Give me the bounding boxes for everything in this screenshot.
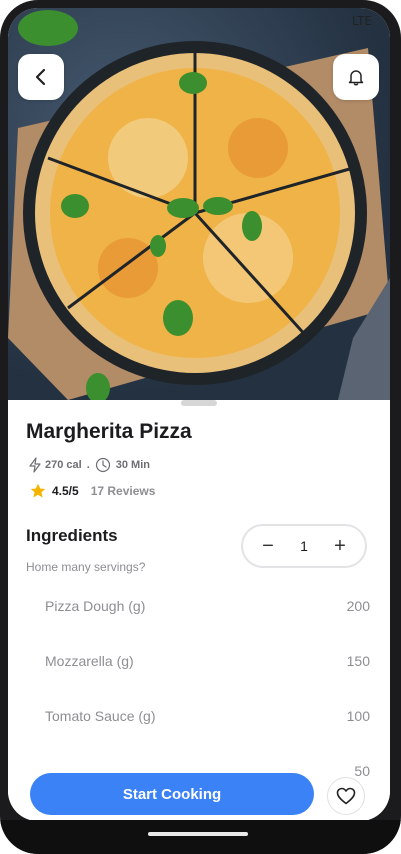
ingredient-name: Pizza Dough (g) xyxy=(45,598,146,614)
servings-stepper: − 1 + xyxy=(241,524,367,568)
time-label: 30 Min xyxy=(115,459,150,471)
drag-handle[interactable] xyxy=(181,400,217,406)
ingredients-heading: Ingredients xyxy=(26,526,118,545)
ingredient-amount: 100 xyxy=(346,708,370,724)
network-indicator: LTE xyxy=(352,14,372,28)
clock-icon xyxy=(95,457,110,473)
calories-label: 270 cal xyxy=(45,459,82,471)
ingredient-name: Tomato Sauce (g) xyxy=(45,708,156,724)
notifications-button[interactable] xyxy=(333,54,379,100)
ingredient-row: Mozzarella (g) 150 xyxy=(8,653,390,708)
increase-servings-button[interactable]: + xyxy=(329,535,351,557)
home-indicator[interactable] xyxy=(148,832,248,836)
ingredient-row: Tomato Sauce (g) 100 xyxy=(8,708,390,763)
reviews-link[interactable]: 17 Reviews xyxy=(91,484,156,498)
servings-value: 1 xyxy=(300,538,308,554)
back-button[interactable] xyxy=(18,54,64,100)
phone-frame: LTE Margherita Pizza 270 cal . 30 Min 4.… xyxy=(0,0,401,854)
heart-icon xyxy=(336,787,356,805)
system-nav-bar xyxy=(0,820,401,854)
recipe-detail-sheet: Margherita Pizza 270 cal . 30 Min 4.5/5 xyxy=(8,400,390,821)
app-screen: LTE Margherita Pizza 270 cal . 30 Min 4.… xyxy=(8,8,390,821)
bell-icon xyxy=(348,70,364,86)
chevron-left-icon xyxy=(35,68,46,86)
bolt-icon xyxy=(29,457,41,473)
ingredient-amount: 150 xyxy=(346,653,370,669)
ingredient-name: Mozzarella (g) xyxy=(45,653,134,669)
ingredient-row: Pizza Dough (g) 200 xyxy=(8,598,390,653)
rating-value: 4.5/5 xyxy=(52,484,79,498)
meta-separator: . xyxy=(86,459,90,471)
star-icon xyxy=(30,483,46,498)
rating-row: 4.5/5 17 Reviews xyxy=(30,483,155,499)
ingredient-amount: 50 xyxy=(354,763,370,779)
ingredient-amount: 200 xyxy=(346,598,370,614)
servings-prompt: Home many servings? xyxy=(26,560,146,574)
favorite-button[interactable] xyxy=(327,777,365,815)
recipe-meta: 270 cal . 30 Min xyxy=(28,457,150,473)
recipe-title: Margherita Pizza xyxy=(26,420,192,443)
start-cooking-button[interactable]: Start Cooking xyxy=(30,773,314,815)
decrease-servings-button[interactable]: − xyxy=(257,535,279,557)
